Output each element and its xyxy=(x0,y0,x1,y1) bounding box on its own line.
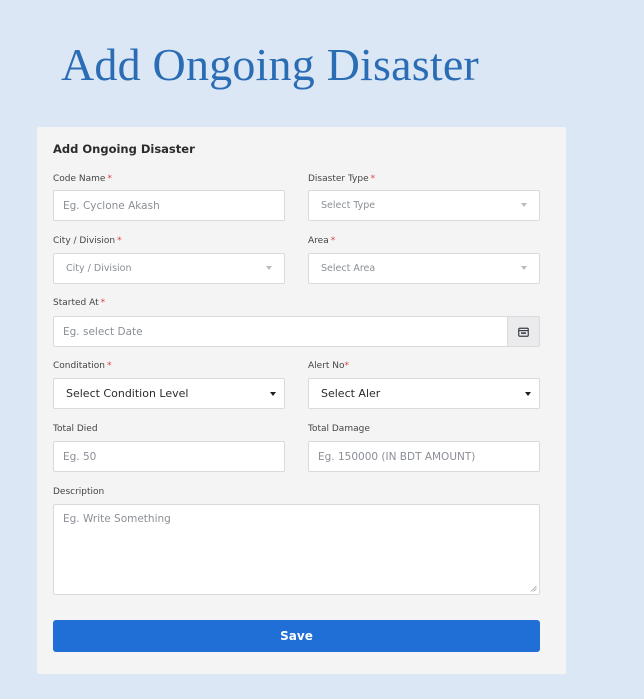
required-mark: * xyxy=(107,361,112,371)
started-at-group: Eg. select Date xyxy=(53,316,540,347)
alert-no-value: Select Aler xyxy=(321,387,381,400)
alert-no-label: Alert No* xyxy=(308,361,349,371)
disaster-type-select[interactable]: Select Type xyxy=(308,190,540,221)
code-name-placeholder: Eg. Cyclone Akash xyxy=(63,199,160,212)
started-at-label: Started At * xyxy=(53,298,105,308)
condition-value: Select Condition Level xyxy=(66,387,189,400)
add-disaster-form: Add Ongoing Disaster Code Name * Eg. Cycl… xyxy=(37,127,566,674)
required-mark: * xyxy=(117,236,122,246)
city-division-label-text: City / Division xyxy=(53,236,116,246)
save-button[interactable]: Save xyxy=(53,620,540,652)
total-died-label: Total Died xyxy=(53,424,98,434)
chevron-down-icon xyxy=(525,392,531,396)
required-mark: * xyxy=(107,174,112,184)
calendar-icon xyxy=(518,327,529,337)
required-mark: * xyxy=(344,361,350,371)
condition-select[interactable]: Select Condition Level xyxy=(53,378,285,409)
required-mark: * xyxy=(330,236,336,246)
required-mark: * xyxy=(370,174,376,184)
chevron-down-icon xyxy=(266,266,272,270)
area-select[interactable]: Select Area xyxy=(308,253,540,284)
total-damage-label: Total Damage xyxy=(308,424,370,434)
description-label: Description xyxy=(53,487,105,497)
description-placeholder: Eg. Write Something xyxy=(63,513,171,525)
alert-no-select[interactable]: Select Aler xyxy=(308,378,540,409)
required-mark: * xyxy=(100,298,106,308)
resize-handle-icon[interactable] xyxy=(530,585,537,592)
chevron-down-icon xyxy=(521,203,527,207)
total-died-placeholder: Eg. 50 xyxy=(63,450,97,463)
calendar-button[interactable] xyxy=(507,316,540,347)
total-damage-placeholder: Eg. 150000 (IN BDT AMOUNT) xyxy=(318,450,476,463)
condition-label: Conditation * xyxy=(53,361,112,371)
chevron-down-icon xyxy=(270,392,276,396)
disaster-type-value: Select Type xyxy=(321,200,376,211)
alert-no-label-text: Alert No xyxy=(308,361,345,371)
page-heading: Add Ongoing Disaster xyxy=(61,39,479,90)
total-died-input[interactable]: Eg. 50 xyxy=(53,441,285,472)
disaster-type-label-text: Disaster Type xyxy=(308,174,369,184)
code-name-label: Code Name * xyxy=(53,174,112,184)
area-value: Select Area xyxy=(321,263,376,274)
code-name-input[interactable]: Eg. Cyclone Akash xyxy=(53,190,285,221)
city-division-value: City / Division xyxy=(66,263,132,274)
started-at-placeholder: Eg. select Date xyxy=(63,325,143,338)
code-name-label-text: Code Name xyxy=(53,174,106,184)
city-division-select[interactable]: City / Division xyxy=(53,253,285,284)
disaster-type-label: Disaster Type * xyxy=(308,174,375,184)
area-label-text: Area xyxy=(308,236,329,246)
condition-label-text: Conditation xyxy=(53,361,105,371)
chevron-down-icon xyxy=(521,266,527,270)
started-at-input[interactable]: Eg. select Date xyxy=(53,316,507,347)
total-damage-input[interactable]: Eg. 150000 (IN BDT AMOUNT) xyxy=(308,441,540,472)
started-at-label-text: Started At xyxy=(53,298,99,308)
city-division-label: City / Division * xyxy=(53,236,122,246)
area-label: Area * xyxy=(308,236,335,246)
form-title: Add Ongoing Disaster xyxy=(53,142,195,156)
description-textarea[interactable]: Eg. Write Something xyxy=(53,504,540,595)
